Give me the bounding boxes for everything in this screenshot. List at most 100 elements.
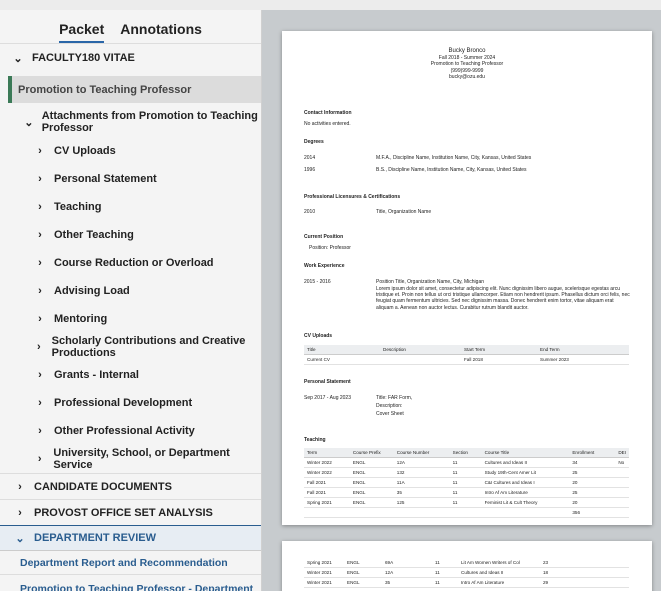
statement-dates: Sep 2017 - Aug 2023 <box>304 395 351 401</box>
sidebar-item-professional-development[interactable]: › Professional Development <box>0 389 261 417</box>
table-cell: Cultures and Ideas II <box>458 567 540 578</box>
table-cell <box>580 567 629 578</box>
position-heading: Current Position <box>304 234 344 240</box>
document-page-2: Spring 2021 ENGL 69A 11 Lit Am Women Writers… <box>282 541 652 591</box>
sidebar-item-label: Personal Statement <box>54 173 157 185</box>
sidebar-item-service[interactable]: › University, School, or Department Servi… <box>0 445 261 473</box>
chevron-right-icon: › <box>38 285 42 297</box>
sidebar-item-course-reduction[interactable]: › Course Reduction or Overload <box>0 249 261 277</box>
department-review-link[interactable]: Promotion to Teaching Professor - Depart… <box>0 575 261 591</box>
table-cell: Spring 2021 <box>304 497 350 508</box>
department-report-link[interactable]: Department Report and Recommendation <box>0 551 261 575</box>
section-department-review[interactable]: ⌄ DEPARTMENT REVIEW <box>0 525 261 551</box>
chevron-right-icon: › <box>18 480 22 493</box>
work-title: Position Title, Organization Name, City,… <box>376 279 485 285</box>
chevron-right-icon: › <box>38 201 42 213</box>
table-cell <box>481 507 570 518</box>
table-row: Spring 2021 ENGL 69A 11 Lit Am Women Writers… <box>304 558 629 568</box>
table-header: End Term <box>537 345 629 355</box>
attachments-group[interactable]: ⌄ Attachments from Promotion to Teaching… <box>0 107 261 137</box>
sidebar-item-scholarly-contributions[interactable]: › Scholarly Contributions and Creative Pr… <box>0 333 261 361</box>
table-cell: 132 <box>393 467 450 478</box>
table-cell <box>380 354 461 365</box>
degree-text: B.S., Discipline Name, Institution Name,… <box>376 167 527 173</box>
promotion-item[interactable]: Promotion to Teaching Professor <box>8 76 261 103</box>
chevron-down-icon: ⌄ <box>24 116 34 129</box>
table-cell: Winter 2021 <box>304 577 344 588</box>
table-cell: Intro Af Am Literature <box>481 487 570 498</box>
table-cell: Winter 2022 <box>304 467 350 478</box>
chevron-right-icon: › <box>18 506 22 519</box>
table-header: Enrollment <box>569 448 616 458</box>
chevron-right-icon: › <box>38 369 42 381</box>
section-faculty180-vitae[interactable]: ⌄ FACULTY180 VITAE <box>0 44 261 72</box>
table-row: Winter 2021 ENGL 35 11 Intro Af Am Literatur… <box>304 577 629 588</box>
table-cell: 35 <box>382 577 432 588</box>
table-cell: ENGL <box>349 497 394 508</box>
sidebar-item-mentoring[interactable]: › Mentoring <box>0 305 261 333</box>
degrees-heading: Degrees <box>304 139 324 145</box>
table-cell <box>580 577 629 588</box>
sidebar-item-label: Advising Load <box>54 285 130 297</box>
email: bucky@ozu.edu <box>449 74 485 80</box>
teaching-table: Term Course Prefix Course Number Section… <box>304 448 629 518</box>
sidebar-item-label: Professional Development <box>54 397 193 409</box>
table-header: Course Prefix <box>349 448 394 458</box>
table-cell <box>615 487 629 498</box>
table-cell: 11A <box>393 477 450 488</box>
section-provost-office[interactable]: › PROVOST OFFICE SET ANALYSIS <box>0 499 261 525</box>
document-viewer[interactable]: Bucky Bronco Fall 2018 - Summer 2024 Pro… <box>262 10 661 591</box>
chevron-right-icon: › <box>38 425 42 437</box>
table-header: Term <box>304 448 350 458</box>
table-header: DEI <box>615 448 629 458</box>
licensure-year: 2010 <box>304 209 316 215</box>
contact-text: No activities entered. <box>304 121 351 127</box>
sidebar-item-cv-uploads[interactable]: › CV Uploads <box>0 137 261 165</box>
table-cell: 23 <box>540 558 580 568</box>
sidebar-item-label: University, School, or Department Servic… <box>53 447 230 471</box>
sidebar-item-other-professional-activity[interactable]: › Other Professional Activity <box>0 417 261 445</box>
table-row: 356 <box>304 507 629 518</box>
table-row: Fall 2021 ENGL 11A 11 C&I Cultures and Ideas… <box>304 477 629 488</box>
table-cell <box>615 467 629 478</box>
table-cell: ENGL <box>349 467 394 478</box>
tab-annotations[interactable]: Annotations <box>120 21 202 43</box>
table-header: Section <box>449 448 482 458</box>
table-cell: 12A <box>393 457 450 468</box>
table-cell: Cultures and Ideas II <box>481 457 570 468</box>
table-row: Winter 2022 ENGL 12A 11 Cultures and Ideas I… <box>304 457 629 468</box>
table-row: Winter 2022 ENGL 132 11 Study 19th-Cent Amer… <box>304 467 629 478</box>
table-cell: ENGL <box>344 577 382 588</box>
statement-cover: Cover Sheet <box>376 411 404 417</box>
sidebar-item-personal-statement[interactable]: › Personal Statement <box>0 165 261 193</box>
personal-statement-heading: Personal Statement <box>304 379 351 385</box>
sidebar-item-other-teaching[interactable]: › Other Teaching <box>0 221 261 249</box>
table-cell: 11 <box>432 577 458 588</box>
table-row: Spring 2021 ENGL 125 11 Feminist Lit & Cult … <box>304 497 629 508</box>
table-cell: 11 <box>449 457 482 468</box>
table-cell: ENGL <box>349 487 394 498</box>
table-cell <box>393 507 450 518</box>
sidebar-item-label: Other Teaching <box>54 229 134 241</box>
chevron-right-icon: › <box>38 257 42 269</box>
section-candidate-documents[interactable]: › CANDIDATE DOCUMENTS <box>0 473 261 499</box>
statement-title: Title: FAR Form, <box>376 395 413 401</box>
table-cell: 12A <box>382 567 432 578</box>
degree-year: 1996 <box>304 167 316 173</box>
sidebar-item-teaching[interactable]: › Teaching <box>0 193 261 221</box>
chevron-right-icon: › <box>38 397 42 409</box>
chevron-right-icon: › <box>36 341 41 353</box>
teaching-table-continued: Spring 2021 ENGL 69A 11 Lit Am Women Writers… <box>304 558 629 588</box>
table-cell: 34 <box>569 457 616 468</box>
table-row: Fall 2021 ENGL 35 11 Intro Af Am Literature 2… <box>304 487 629 498</box>
table-cell: No <box>615 457 629 468</box>
sidebar-item-advising-load[interactable]: › Advising Load <box>0 277 261 305</box>
table-cell: ENGL <box>344 558 382 568</box>
table-cell <box>580 558 629 568</box>
tab-packet[interactable]: Packet <box>59 21 105 43</box>
licensure-text: Title, Organization Name <box>376 209 432 215</box>
table-cell: 25 <box>569 487 616 498</box>
table-header: Start Term <box>461 345 537 355</box>
sidebar-item-grants-internal[interactable]: › Grants - Internal <box>0 361 261 389</box>
table-cell: Intro Af Am Literature <box>458 577 540 588</box>
